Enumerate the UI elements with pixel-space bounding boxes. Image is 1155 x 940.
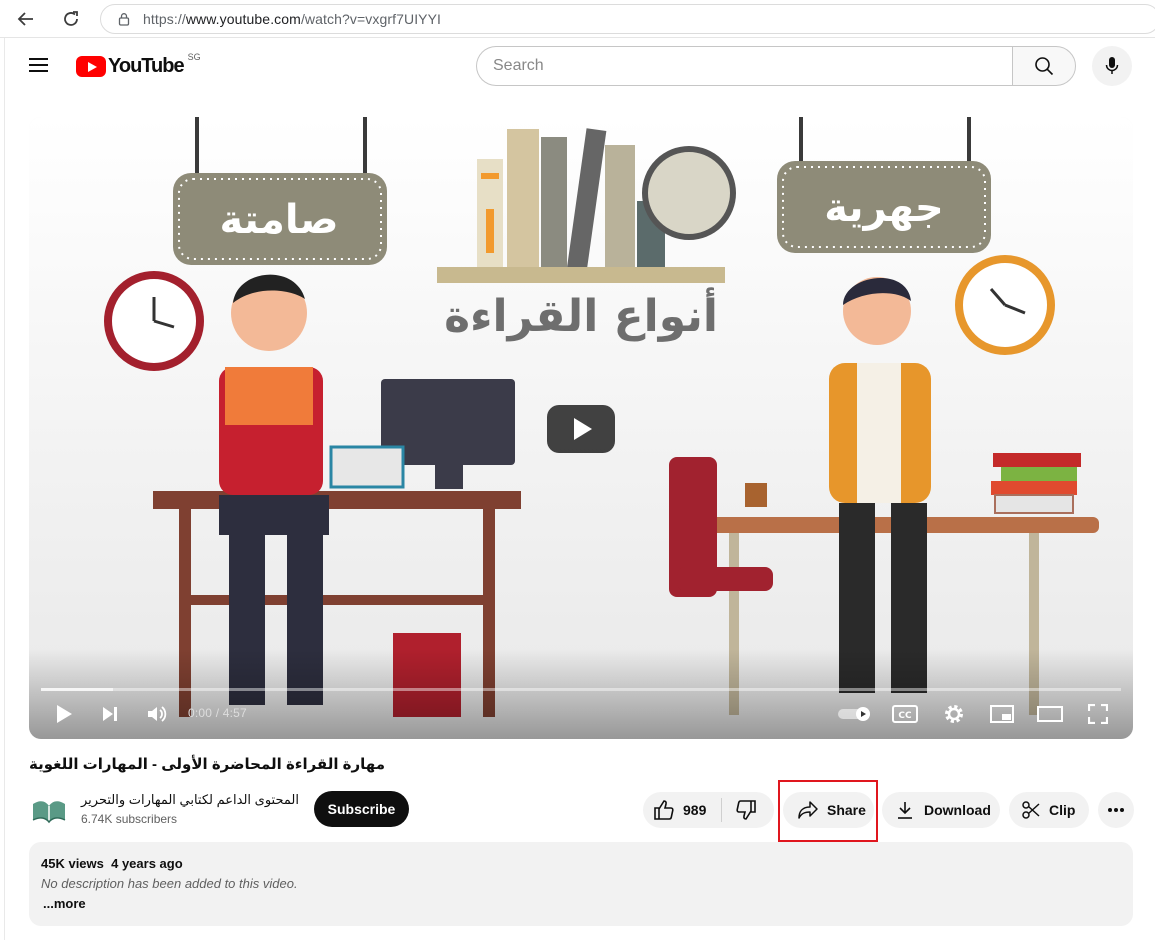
video-player[interactable]: صامتة جهرية أنواع القراءة 0:00 / 4:57 CC bbox=[29, 117, 1133, 739]
subscribe-button[interactable]: Subscribe bbox=[314, 791, 409, 827]
voice-search-button[interactable] bbox=[1092, 46, 1132, 86]
mic-icon bbox=[1105, 57, 1119, 74]
subscriber-count: 6.74K subscribers bbox=[81, 812, 178, 826]
play-icon bbox=[57, 705, 72, 723]
description-meta: 45K views 4 years ago bbox=[41, 856, 183, 871]
thumbnail-center-title: أنواع القراءة bbox=[444, 287, 718, 342]
url-path: /watch?v=vxgrf7UIYYI bbox=[300, 11, 442, 27]
download-button[interactable]: Download bbox=[882, 792, 1000, 828]
theater-icon bbox=[1037, 706, 1063, 722]
menu-icon[interactable] bbox=[27, 54, 51, 78]
fullscreen-icon bbox=[1088, 704, 1108, 724]
big-play-button[interactable] bbox=[547, 405, 615, 453]
next-icon bbox=[103, 707, 117, 721]
thumb-up-icon bbox=[654, 800, 674, 820]
miniplayer-button[interactable] bbox=[985, 699, 1019, 729]
youtube-play-logo-icon bbox=[76, 55, 106, 77]
back-arrow-icon[interactable] bbox=[12, 6, 40, 32]
show-more-link[interactable]: ...more bbox=[43, 896, 86, 911]
progress-loaded bbox=[41, 688, 114, 691]
search-button[interactable] bbox=[1012, 46, 1076, 86]
settings-button[interactable] bbox=[939, 699, 969, 729]
like-count: 989 bbox=[683, 802, 707, 818]
video-title: مهارة القراءة المحاضرة الأولى - المهارات… bbox=[29, 756, 385, 773]
like-button[interactable]: 989 bbox=[653, 798, 713, 822]
more-horizontal-icon bbox=[1108, 808, 1124, 812]
share-label: Share bbox=[827, 802, 866, 818]
country-code: SG bbox=[187, 52, 201, 62]
theater-button[interactable] bbox=[1033, 699, 1067, 729]
time-separator: / bbox=[212, 706, 223, 720]
download-label: Download bbox=[924, 802, 991, 818]
thumb-down-icon bbox=[736, 800, 756, 820]
search-bar bbox=[476, 46, 1076, 86]
owner-and-actions-row: المحتوى الداعم لكتابي المهارات والتحرير … bbox=[29, 780, 1134, 842]
youtube-page: YouTube SG Search صامتة جهرية أنواع القر… bbox=[4, 38, 1155, 940]
lock-icon bbox=[118, 13, 130, 26]
volume-icon bbox=[148, 706, 167, 722]
time-current: 0:00 bbox=[188, 706, 213, 720]
right-sign-text: جهرية bbox=[824, 185, 943, 231]
share-icon bbox=[798, 801, 818, 819]
reload-icon[interactable] bbox=[57, 6, 85, 32]
clip-label: Clip bbox=[1049, 802, 1076, 818]
fullscreen-button[interactable] bbox=[1081, 699, 1115, 729]
progress-bar[interactable] bbox=[41, 688, 1121, 691]
url-text: https://www.youtube.com/watch?v=vxgrf7UI… bbox=[143, 11, 441, 27]
channel-avatar[interactable] bbox=[29, 790, 69, 830]
dislike-button[interactable] bbox=[731, 798, 761, 822]
browser-toolbar: https://www.youtube.com/watch?v=vxgrf7UI… bbox=[0, 0, 1155, 38]
download-icon bbox=[898, 802, 912, 819]
upload-age: 4 years ago bbox=[111, 856, 183, 871]
left-sign-text: صامتة bbox=[219, 197, 338, 243]
autoplay-toggle-icon bbox=[838, 707, 870, 721]
settings-icon bbox=[945, 705, 963, 723]
channel-name[interactable]: المحتوى الداعم لكتابي المهارات والتحرير bbox=[81, 792, 299, 808]
play-button[interactable] bbox=[49, 699, 79, 729]
share-button[interactable]: Share bbox=[783, 792, 874, 828]
captions-button[interactable]: CC bbox=[887, 699, 923, 729]
youtube-logo[interactable]: YouTube SG bbox=[76, 52, 201, 79]
search-icon bbox=[1035, 57, 1054, 76]
miniplayer-icon bbox=[990, 705, 1014, 723]
clip-button[interactable]: Clip bbox=[1009, 792, 1089, 828]
autoplay-toggle[interactable] bbox=[835, 699, 875, 729]
next-button[interactable] bbox=[95, 699, 125, 729]
time-total: 4:57 bbox=[222, 706, 247, 720]
view-count: 45K views bbox=[41, 856, 104, 871]
address-bar[interactable]: https://www.youtube.com/watch?v=vxgrf7UI… bbox=[100, 4, 1155, 34]
logo-text: YouTube bbox=[108, 54, 185, 77]
like-divider bbox=[721, 798, 722, 822]
captions-icon: CC bbox=[892, 705, 918, 723]
description-box[interactable]: 45K views 4 years ago No description has… bbox=[29, 842, 1133, 926]
scissors-icon bbox=[1022, 801, 1040, 819]
masthead: YouTube SG bbox=[5, 38, 1155, 94]
svg-text:CC: CC bbox=[898, 711, 912, 721]
description-text: No description has been added to this vi… bbox=[41, 876, 298, 891]
like-dislike-group: 989 bbox=[643, 792, 774, 828]
more-actions-button[interactable] bbox=[1098, 792, 1134, 828]
volume-button[interactable] bbox=[141, 699, 173, 729]
search-input[interactable] bbox=[476, 46, 1012, 86]
url-domain: www.youtube.com bbox=[185, 11, 301, 27]
url-prefix: https:// bbox=[143, 11, 186, 27]
time-display: 0:00 / 4:57 bbox=[188, 706, 247, 720]
